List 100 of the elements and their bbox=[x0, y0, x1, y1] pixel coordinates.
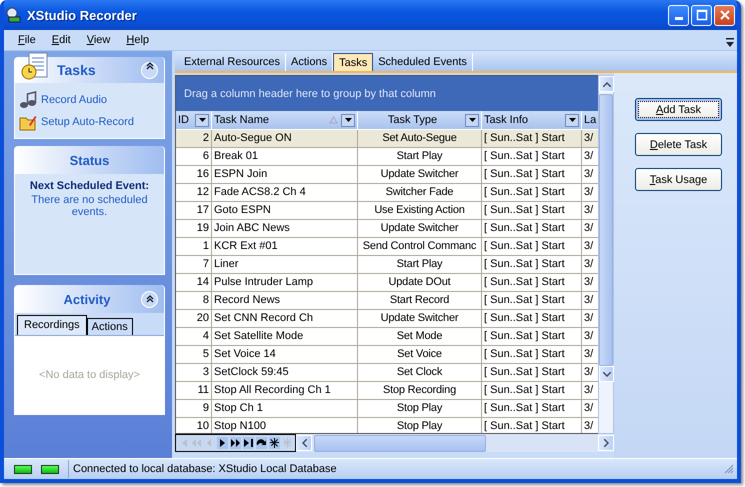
table-cell: Stop Recording bbox=[358, 382, 482, 399]
table-row[interactable]: 6 Break 01 Start Play [ Sun..Sat ] Start 3/ bbox=[176, 148, 598, 166]
tab[interactable]: Tasks bbox=[333, 53, 374, 71]
table-row[interactable]: 12 Fade ACS8.2 Ch 4 Switcher Fade [ Sun..Sat ] Start 3/ bbox=[176, 184, 598, 202]
table-cell: Stop Ch 1 bbox=[212, 400, 358, 417]
table-cell-text: 3/ bbox=[583, 329, 594, 344]
filter-dropdown-icon[interactable] bbox=[195, 114, 209, 126]
table-cell: [ Sun..Sat ] Start bbox=[482, 382, 582, 399]
nav-nextpage-icon[interactable] bbox=[230, 437, 241, 449]
table-row[interactable]: 4 Set Satellite Mode Set Mode [ Sun..Sat ] Start 3/ bbox=[176, 328, 598, 346]
status-text: Connected to local database: XStudio Local Database bbox=[68, 460, 715, 478]
table-row[interactable]: 2 Auto-Segue ON Set Auto-Segue [ Sun..Sat ] Start 3/ bbox=[176, 130, 598, 148]
menu-item[interactable]: View bbox=[78, 34, 118, 46]
activity-tab[interactable]: Recordings bbox=[17, 315, 87, 335]
table-cell: SetClock 59:45 bbox=[212, 364, 358, 381]
table-cell: Fade ACS8.2 Ch 4 bbox=[212, 184, 358, 201]
table-cell-text: 3/ bbox=[583, 131, 594, 146]
scroll-down-icon[interactable] bbox=[602, 372, 610, 376]
column-header[interactable]: Task Name bbox=[212, 111, 358, 129]
table-cell: Pulse Intruder Lamp bbox=[212, 274, 358, 291]
table-cell: [ Sun..Sat ] Start bbox=[482, 292, 582, 309]
table-row[interactable]: 19 Join ABC News Update Switcher [ Sun..Sat ] Start 3/ bbox=[176, 220, 598, 238]
table-cell: Liner bbox=[212, 256, 358, 273]
collapse-button[interactable] bbox=[141, 62, 158, 78]
table-cell: 17 bbox=[176, 202, 212, 219]
filter-dropdown-icon[interactable] bbox=[341, 114, 355, 126]
table-row[interactable]: 11 Stop All Recording Ch 1 Stop Recording [ Sun..Sat ] Start 3/ bbox=[176, 382, 598, 400]
table-cell: [ Sun..Sat ] Start bbox=[482, 256, 582, 273]
scroll-left-icon[interactable] bbox=[302, 439, 306, 447]
table-cell: Start Play bbox=[358, 148, 482, 165]
table-cell: Start Play bbox=[358, 256, 482, 273]
maximize-icon bbox=[696, 9, 708, 21]
column-header[interactable]: ID bbox=[176, 111, 212, 129]
group-hint: Drag a column header here to group by that column bbox=[184, 88, 436, 100]
column-header[interactable]: Task Info bbox=[482, 111, 582, 129]
table-cell: 3 bbox=[176, 364, 212, 381]
table-row[interactable]: 17 Goto ESPN Use Existing Action [ Sun..Sat ] Start 3/ bbox=[176, 202, 598, 220]
scroll-up-icon[interactable] bbox=[602, 82, 610, 86]
table-row[interactable]: 5 Set Voice 14 Set Voice [ Sun..Sat ] Start 3/ bbox=[176, 346, 598, 364]
table-cell: Update DOut bbox=[358, 274, 482, 291]
table-cell: 6 bbox=[176, 148, 212, 165]
minimize-icon bbox=[674, 17, 682, 20]
nav-refresh-icon[interactable] bbox=[256, 437, 267, 449]
table-cell: 2 bbox=[176, 130, 212, 147]
table-cell: Set Satellite Mode bbox=[212, 328, 358, 345]
task-link[interactable]: Setup Auto-Record bbox=[41, 116, 134, 128]
table-cell-text: 3/ bbox=[583, 203, 594, 218]
column-header[interactable]: Task Type bbox=[358, 111, 482, 129]
vertical-scrollbar[interactable] bbox=[598, 75, 614, 434]
table-cell: 16 bbox=[176, 166, 212, 183]
filter-dropdown-icon[interactable] bbox=[465, 114, 479, 126]
table-cell: Auto-Segue ON bbox=[212, 130, 358, 147]
panel-title: Tasks bbox=[57, 62, 97, 78]
activity-tab[interactable]: Actions bbox=[86, 318, 133, 335]
table-row[interactable]: 20 Set CNN Record Ch Update Switcher [ Sun..Sat ] Start 3/ bbox=[176, 310, 598, 328]
scroll-right-icon[interactable] bbox=[604, 439, 608, 447]
table-cell: Use Existing Action bbox=[358, 202, 482, 219]
collapse-button[interactable] bbox=[141, 290, 158, 308]
dropdown-icon[interactable] bbox=[726, 38, 734, 48]
table-row[interactable]: 1 KCR Ext #01 Send Control Commanc [ Sun..Sat ] Start 3/ bbox=[176, 238, 598, 256]
action-button[interactable]: Delete Task bbox=[635, 133, 722, 156]
table-cell: Switcher Fade bbox=[358, 184, 482, 201]
task-link[interactable]: Record Audio bbox=[41, 94, 108, 106]
table-cell: Set Auto-Segue bbox=[358, 130, 482, 147]
maximize-button[interactable] bbox=[691, 4, 712, 26]
menu-item[interactable]: File bbox=[10, 34, 44, 46]
menu-item[interactable]: Help bbox=[118, 34, 158, 46]
table-cell: Update Switcher bbox=[358, 166, 482, 183]
table-row[interactable]: 7 Liner Start Play [ Sun..Sat ] Start 3/ bbox=[176, 256, 598, 274]
table-cell: 14 bbox=[176, 274, 212, 291]
table-cell: [ Sun..Sat ] Start bbox=[482, 364, 582, 381]
close-button[interactable] bbox=[714, 4, 735, 26]
table-cell: Set Voice 14 bbox=[212, 346, 358, 363]
table-row[interactable]: 16 ESPN Join Update Switcher [ Sun..Sat ] Start 3/ bbox=[176, 166, 598, 184]
table-cell: Start Record bbox=[358, 292, 482, 309]
tab[interactable]: External Resources bbox=[179, 53, 286, 71]
table-cell-text: 3/ bbox=[583, 347, 594, 362]
menu-item[interactable]: Edit bbox=[44, 34, 79, 46]
table-row[interactable]: 8 Record News Start Record [ Sun..Sat ] Start 3/ bbox=[176, 292, 598, 310]
table-cell: Record News bbox=[212, 292, 358, 309]
action-button[interactable]: Task Usage bbox=[635, 168, 722, 191]
table-row[interactable]: 3 SetClock 59:45 Set Clock [ Sun..Sat ] Start 3/ bbox=[176, 364, 598, 382]
tab[interactable]: Scheduled Events bbox=[373, 53, 473, 71]
minimize-button[interactable] bbox=[668, 4, 689, 26]
table-cell: ESPN Join bbox=[212, 166, 358, 183]
window-title: XStudio Recorder bbox=[27, 8, 138, 22]
table-cell: Update Switcher bbox=[358, 310, 482, 327]
filter-dropdown-icon[interactable] bbox=[565, 114, 579, 126]
table-cell-text: 3/ bbox=[583, 239, 594, 254]
table-cell: [ Sun..Sat ] Start bbox=[482, 166, 582, 183]
horizontal-scrollbar[interactable] bbox=[296, 434, 614, 452]
nav-next-icon[interactable] bbox=[217, 437, 228, 449]
table-cell: 7 bbox=[176, 256, 212, 273]
nav-last-icon[interactable] bbox=[243, 437, 254, 449]
table-cell: Set Mode bbox=[358, 328, 482, 345]
panel-title: Activity bbox=[62, 292, 112, 306]
action-button[interactable]: Add Task bbox=[635, 98, 722, 121]
nav-new-icon[interactable] bbox=[269, 437, 280, 449]
table-row[interactable]: 9 Stop Ch 1 Stop Play [ Sun..Sat ] Start 3/ bbox=[176, 400, 598, 418]
table-row[interactable]: 14 Pulse Intruder Lamp Update DOut [ Sun..Sat ] Start 3/ bbox=[176, 274, 598, 292]
